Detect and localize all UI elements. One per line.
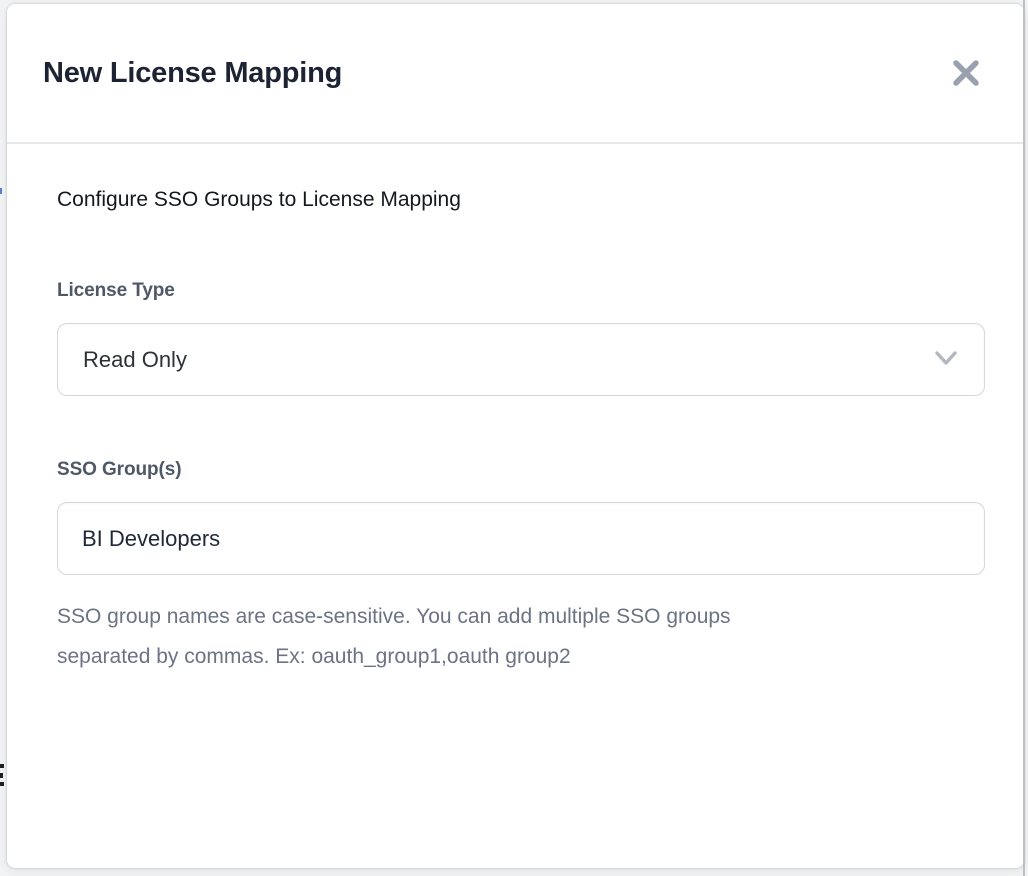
background-content-fragment — [0, 764, 4, 768]
background-content-fragment — [0, 773, 3, 778]
dialog-description: Configure SSO Groups to License Mapping — [57, 186, 974, 213]
close-icon — [951, 58, 981, 88]
chevron-down-icon — [930, 349, 962, 371]
sso-groups-helper-text: SSO group names are case-sensitive. You … — [57, 597, 787, 677]
license-type-field-group: License Type Read Only — [57, 279, 974, 396]
dialog-header: New License Mapping — [7, 4, 1024, 144]
license-type-selected-value: Read Only — [83, 347, 187, 373]
background-content-fragment — [0, 188, 2, 194]
sso-groups-field-group: SSO Group(s) SSO group names are case-se… — [57, 458, 974, 677]
license-type-label: License Type — [57, 279, 974, 303]
dialog-body: Configure SSO Groups to License Mapping … — [7, 144, 1024, 677]
close-button[interactable] — [950, 57, 982, 89]
window-edge-divider — [1023, 0, 1025, 876]
license-type-select[interactable]: Read Only — [57, 323, 985, 396]
sso-groups-input[interactable] — [57, 502, 985, 575]
new-license-mapping-dialog: New License Mapping Configure SSO Groups… — [7, 4, 1024, 868]
sso-groups-label: SSO Group(s) — [57, 458, 974, 482]
dialog-title: New License Mapping — [43, 57, 342, 90]
background-content-fragment — [0, 782, 4, 786]
